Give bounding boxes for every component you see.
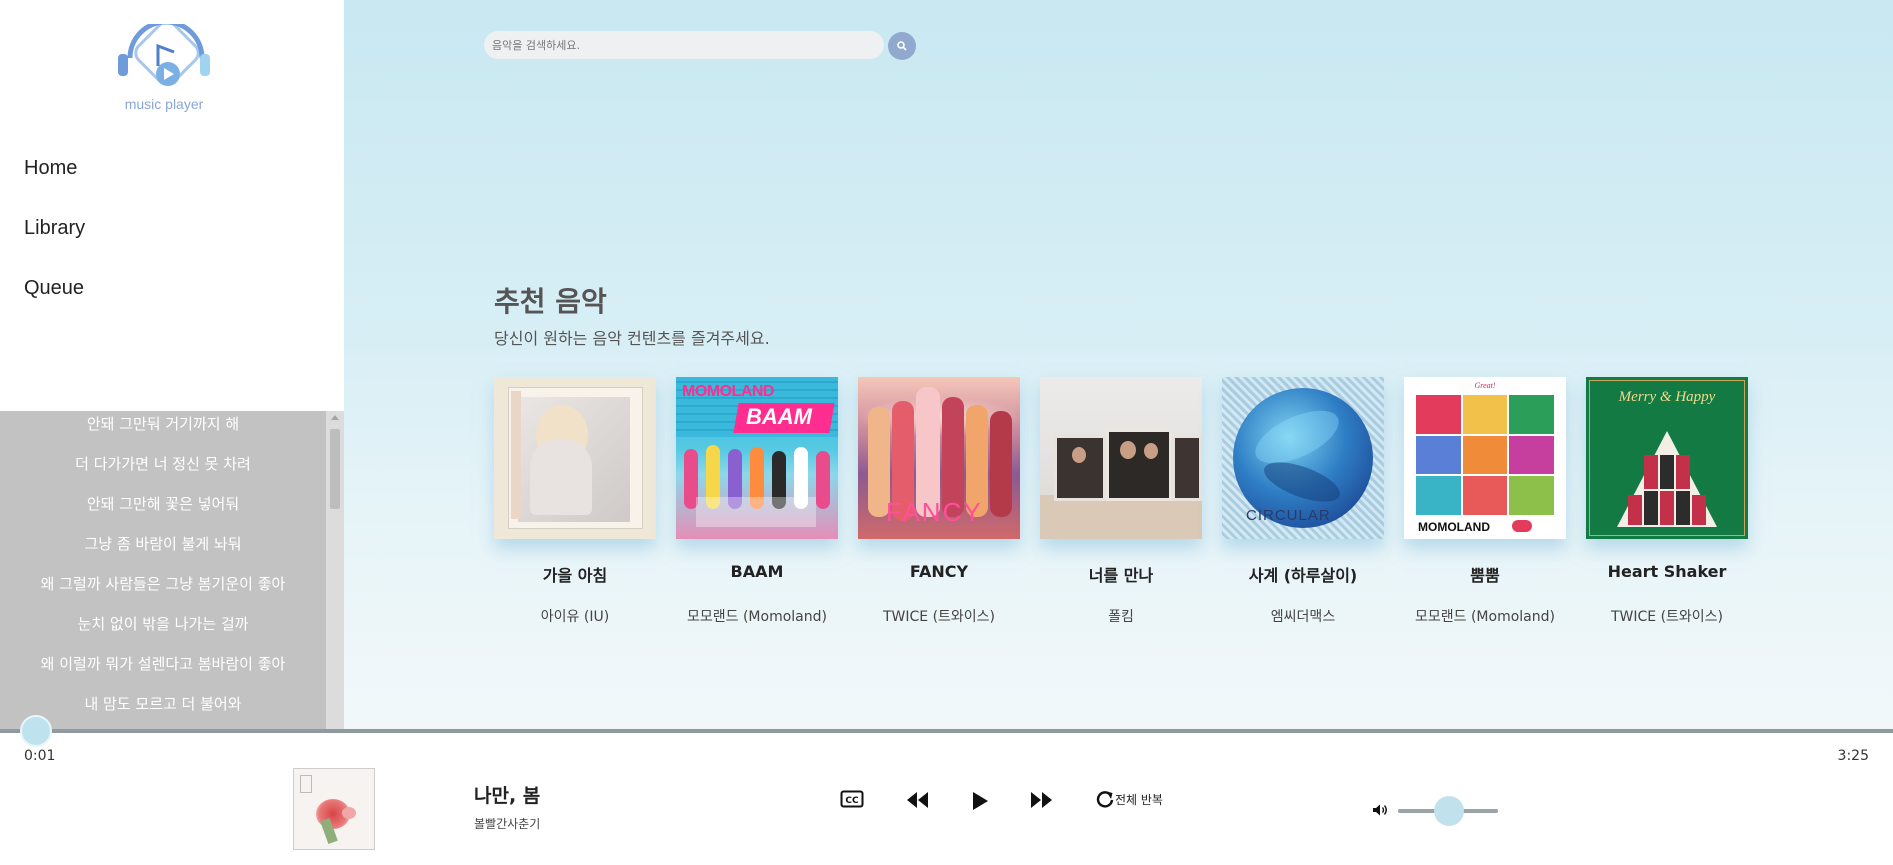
album-cover bbox=[1040, 377, 1202, 539]
nav-home[interactable]: Home bbox=[24, 150, 85, 210]
progress-handle[interactable] bbox=[20, 715, 52, 747]
repeat-icon bbox=[1096, 791, 1114, 808]
lyrics-panel[interactable]: 안돼 그만둬 거기까지 해 더 다가가면 너 정신 못 차려 안돼 그만해 꽃은… bbox=[0, 411, 344, 730]
nav-library[interactable]: Library bbox=[24, 210, 85, 270]
lyric-line: 왜 이럴까 뭐가 설렌다고 봄바람이 좋아 bbox=[40, 655, 286, 673]
repeat-button[interactable]: 전체 반복 bbox=[1096, 790, 1163, 808]
search-icon bbox=[897, 41, 907, 51]
search-input[interactable] bbox=[484, 31, 884, 59]
lyric-line: 더 다가가면 너 정신 못 차려 bbox=[75, 455, 251, 473]
album-card[interactable]: Merry & Happy Heart Shaker TWICE (트와이스) bbox=[1586, 377, 1748, 625]
now-playing-artist: 볼빨간사춘기 bbox=[474, 817, 541, 831]
app-logo[interactable]: music player bbox=[108, 24, 220, 114]
now-playing-title: 나만, 봄 bbox=[474, 785, 541, 807]
lyrics-list: 안돼 그만둬 거기까지 해 더 다가가면 너 정신 못 차려 안돼 그만해 꽃은… bbox=[0, 411, 326, 730]
album-title: 뿜뿜 bbox=[1470, 566, 1500, 585]
lyric-line: 눈치 없이 밖을 나가는 걸까 bbox=[77, 615, 249, 633]
lyric-line: 안돼 그만해 꽃은 넣어둬 bbox=[86, 495, 240, 513]
svg-text:CC: CC bbox=[845, 796, 859, 806]
album-title: Heart Shaker bbox=[1607, 562, 1727, 581]
lyric-line: 그냥 좀 바람이 불게 놔둬 bbox=[84, 535, 242, 553]
album-title: BAAM bbox=[730, 562, 784, 581]
album-title: FANCY bbox=[909, 562, 969, 581]
album-title: 사계 (하루살이) bbox=[1248, 566, 1358, 585]
album-cover: FANCY bbox=[858, 377, 1020, 539]
album-card[interactable]: 가을 아침 아이유 (IU) bbox=[494, 377, 656, 625]
scrollbar-thumb[interactable] bbox=[330, 429, 340, 509]
album-cover: CIRCULAR bbox=[1222, 377, 1384, 539]
album-card[interactable]: FANCY FANCY TWICE (트와이스) bbox=[858, 377, 1020, 625]
album-artist: 엠씨더맥스 bbox=[1270, 609, 1336, 625]
section-subtitle: 당신이 원하는 음악 컨텐츠를 즐겨주세요. bbox=[494, 329, 770, 348]
search-button[interactable] bbox=[888, 32, 916, 60]
play-icon bbox=[973, 792, 988, 810]
logo-text: music player bbox=[124, 96, 204, 112]
lyric-line: 안돼 그만둬 거기까지 해 bbox=[86, 415, 240, 433]
total-time: 3:25 bbox=[1837, 748, 1869, 764]
album-artist: 아이유 (IU) bbox=[540, 609, 610, 625]
album-cover: MOMOLAND BAAM bbox=[676, 377, 838, 539]
cc-icon: CC bbox=[840, 790, 864, 808]
album-title: 너를 만나 bbox=[1088, 566, 1154, 585]
scroll-up-arrow-icon[interactable] bbox=[331, 415, 339, 420]
album-artist: 모모랜드 (Momoland) bbox=[1415, 609, 1555, 625]
fast-forward-button[interactable] bbox=[1029, 790, 1053, 810]
album-artist: TWICE (트와이스) bbox=[1610, 609, 1724, 625]
album-title: 가을 아침 bbox=[542, 566, 608, 585]
album-card[interactable]: Great! MOMOLAND 뿜뿜 모모랜드 (Momoland) bbox=[1404, 377, 1566, 625]
album-artist: TWICE (트와이스) bbox=[882, 609, 996, 625]
lyrics-scrollbar[interactable] bbox=[326, 411, 344, 730]
album-card[interactable]: CIRCULAR 사계 (하루살이) 엠씨더맥스 bbox=[1222, 377, 1384, 625]
rewind-button[interactable] bbox=[906, 790, 930, 810]
volume-slider-handle[interactable] bbox=[1434, 796, 1464, 826]
progress-bar[interactable] bbox=[0, 729, 1893, 733]
volume-icon[interactable] bbox=[1372, 803, 1388, 817]
album-cover: Great! MOMOLAND bbox=[1404, 377, 1566, 539]
play-button[interactable] bbox=[970, 790, 990, 812]
nav-queue[interactable]: Queue bbox=[24, 270, 85, 330]
album-cover: Merry & Happy bbox=[1586, 377, 1748, 539]
music-player-logo-icon bbox=[118, 24, 210, 86]
fast-forward-icon bbox=[1031, 792, 1052, 808]
now-playing-cover bbox=[293, 768, 375, 850]
album-card[interactable]: 너를 만나 폴킴 bbox=[1040, 377, 1202, 625]
main-content: 추천 음악 당신이 원하는 음악 컨텐츠를 즐겨주세요. 가을 아침 아이유 (… bbox=[344, 0, 1893, 730]
album-artist: 폴킴 bbox=[1108, 609, 1134, 625]
sidebar: music player Home Library Queue 안돼 그만둬 거… bbox=[0, 0, 344, 730]
album-cover bbox=[494, 377, 656, 539]
current-time: 0:01 bbox=[24, 748, 56, 764]
album-card[interactable]: MOMOLAND BAAM BAAM 모모랜드 (Momoland) bbox=[676, 377, 838, 625]
album-artist: 모모랜드 (Momoland) bbox=[687, 609, 827, 625]
sidebar-nav: Home Library Queue bbox=[24, 150, 85, 330]
lyric-line: 왜 그럴까 사람들은 그냥 봄기운이 좋아 bbox=[40, 575, 286, 593]
section-title: 추천 음악 bbox=[494, 285, 607, 318]
rewind-icon bbox=[907, 792, 928, 808]
repeat-mode-label: 전체 반복 bbox=[1115, 792, 1163, 807]
captions-button[interactable]: CC bbox=[840, 790, 864, 808]
